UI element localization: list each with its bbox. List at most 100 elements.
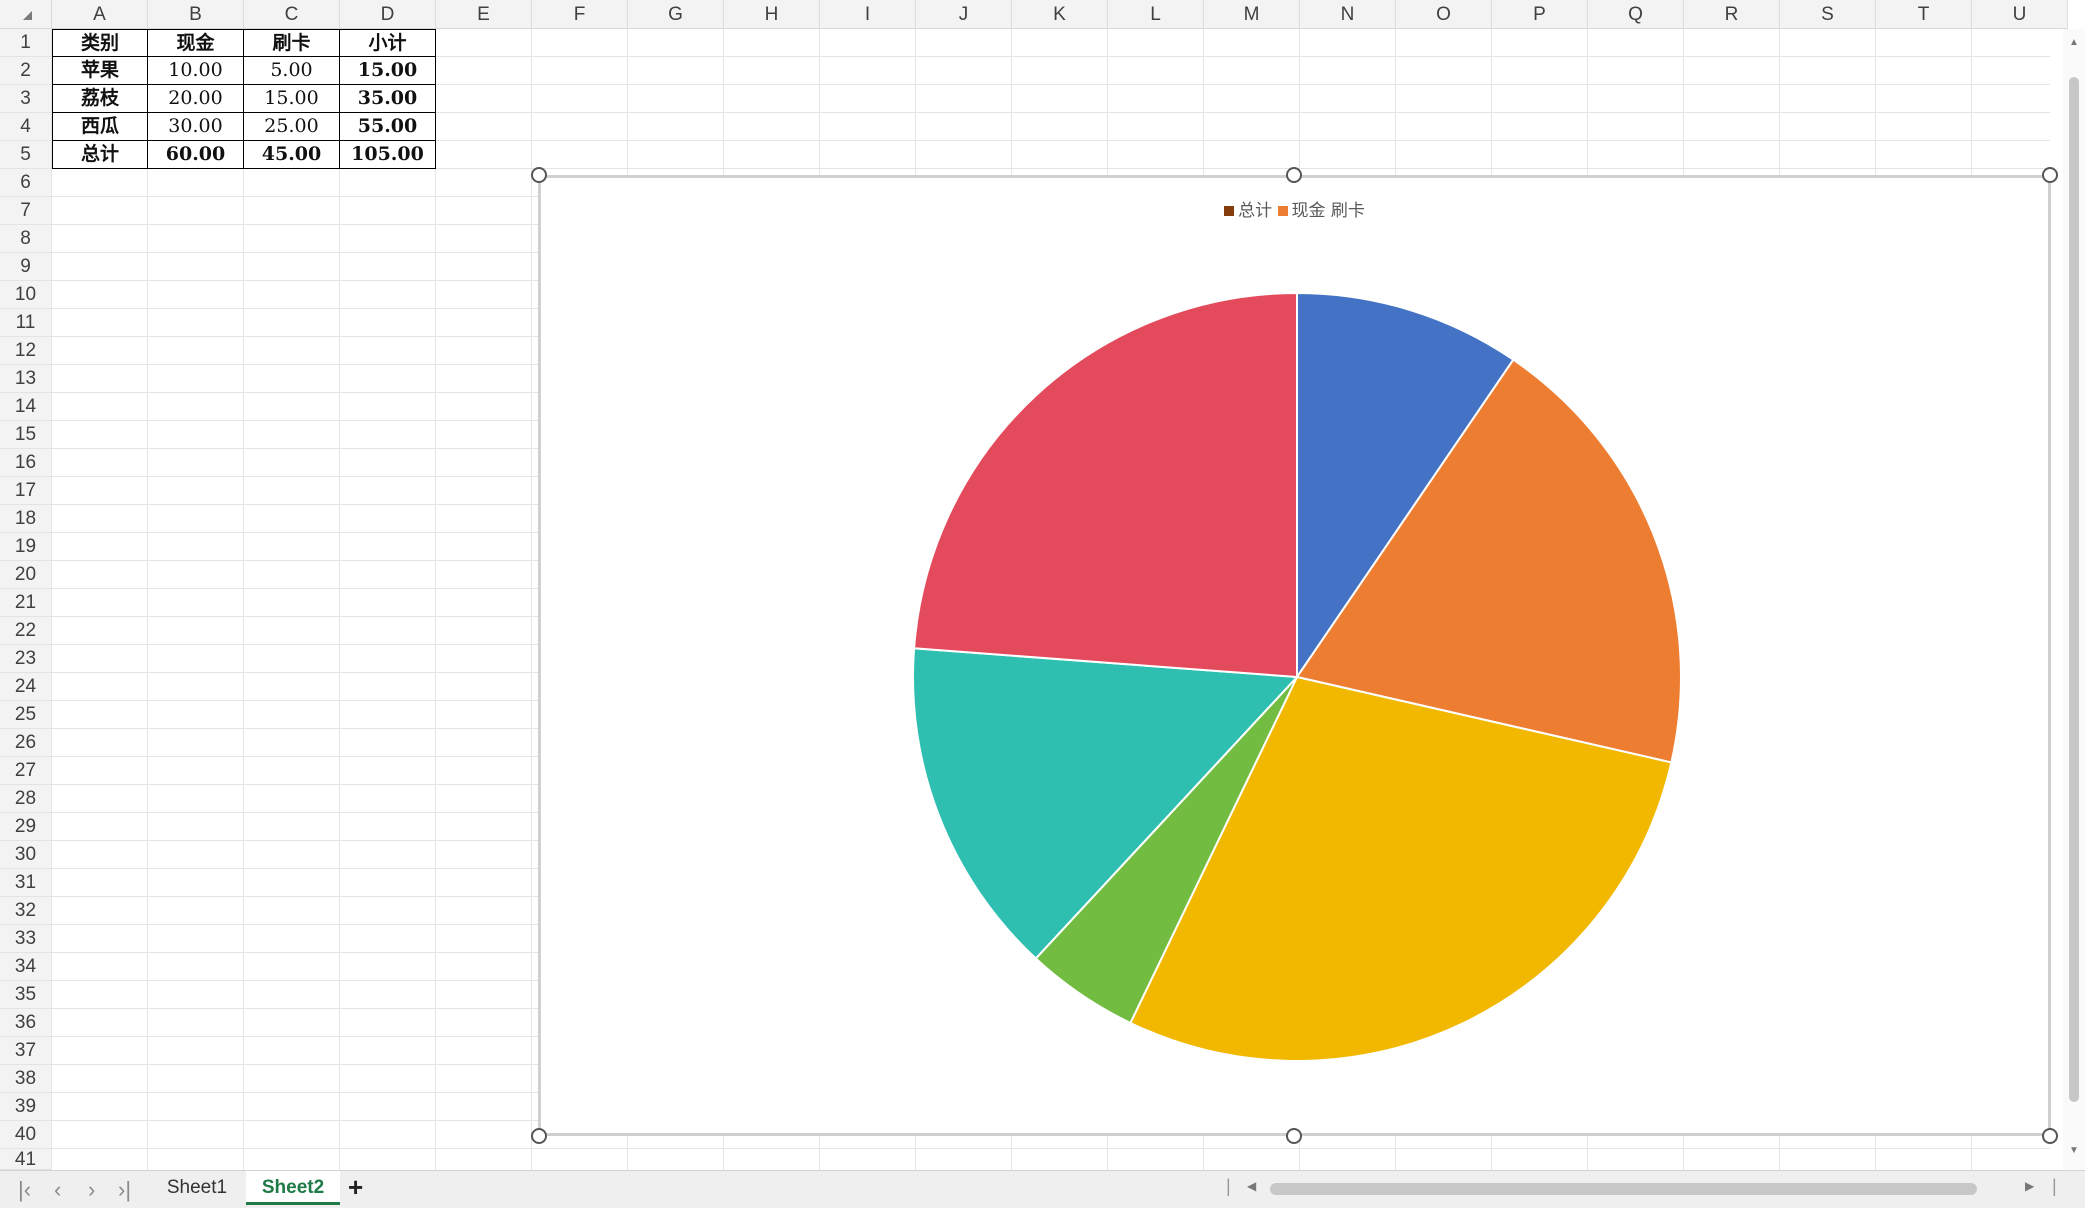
row-header[interactable]: 20 [0, 561, 52, 589]
column-header[interactable]: G [628, 0, 724, 29]
pie-chart[interactable]: 总计 现金 刷卡 [538, 175, 2051, 1136]
table-header-cell[interactable]: 刷卡 [244, 29, 340, 57]
column-header[interactable]: K [1012, 0, 1108, 29]
column-header[interactable]: A [52, 0, 148, 29]
resize-handle-n[interactable] [1286, 167, 1302, 183]
row-header[interactable]: 8 [0, 225, 52, 253]
column-header[interactable]: J [916, 0, 1012, 29]
scroll-left-icon[interactable]: ◀ [1247, 1179, 1256, 1193]
row-header[interactable]: 18 [0, 505, 52, 533]
row-header[interactable]: 27 [0, 757, 52, 785]
row-header[interactable]: 34 [0, 953, 52, 981]
row-header[interactable]: 30 [0, 841, 52, 869]
pie-slice[interactable] [912, 291, 1298, 679]
table-cell[interactable]: 35.00 [340, 85, 436, 113]
table-cell[interactable]: 5.00 [244, 57, 340, 85]
table-cell[interactable]: 45.00 [244, 141, 340, 169]
table-cell[interactable]: 105.00 [340, 141, 436, 169]
vertical-scrollbar[interactable]: ▲ ▼ [2063, 29, 2085, 1170]
row-header[interactable]: 29 [0, 813, 52, 841]
row-header[interactable]: 33 [0, 925, 52, 953]
resize-handle-sw[interactable] [531, 1128, 547, 1144]
row-header[interactable]: 14 [0, 393, 52, 421]
row-header[interactable]: 12 [0, 337, 52, 365]
table-cell[interactable]: 西瓜 [52, 113, 148, 141]
row-header[interactable]: 11 [0, 309, 52, 337]
row-header[interactable]: 17 [0, 477, 52, 505]
row-header[interactable]: 13 [0, 365, 52, 393]
row-header[interactable]: 9 [0, 253, 52, 281]
column-header[interactable]: N [1300, 0, 1396, 29]
column-header[interactable]: T [1876, 0, 1972, 29]
row-header[interactable]: 1 [0, 29, 52, 57]
table-cell[interactable]: 30.00 [148, 113, 244, 141]
select-all-corner[interactable] [0, 0, 52, 29]
row-header[interactable]: 6 [0, 169, 52, 197]
last-sheet-icon[interactable]: ›| [118, 1177, 131, 1203]
row-header[interactable]: 5 [0, 141, 52, 169]
next-sheet-icon[interactable]: › [88, 1177, 95, 1203]
row-header[interactable]: 19 [0, 533, 52, 561]
vertical-scroll-thumb[interactable] [2069, 77, 2079, 1102]
row-header[interactable]: 21 [0, 589, 52, 617]
row-header[interactable]: 39 [0, 1093, 52, 1121]
column-header[interactable]: S [1780, 0, 1876, 29]
scroll-down-icon[interactable]: ▼ [2069, 1145, 2079, 1156]
table-header-cell[interactable]: 小计 [340, 29, 436, 57]
table-header-cell[interactable]: 现金 [148, 29, 244, 57]
scroll-up-icon[interactable]: ▲ [2069, 37, 2079, 48]
row-header[interactable]: 36 [0, 1009, 52, 1037]
column-header[interactable]: M [1204, 0, 1300, 29]
table-cell[interactable]: 25.00 [244, 113, 340, 141]
row-header[interactable]: 25 [0, 701, 52, 729]
table-cell[interactable]: 20.00 [148, 85, 244, 113]
resize-handle-s[interactable] [1286, 1128, 1302, 1144]
column-header[interactable]: C [244, 0, 340, 29]
row-header[interactable]: 35 [0, 981, 52, 1009]
row-header[interactable]: 23 [0, 645, 52, 673]
table-cell[interactable]: 60.00 [148, 141, 244, 169]
row-header[interactable]: 7 [0, 197, 52, 225]
table-cell[interactable]: 15.00 [244, 85, 340, 113]
resize-handle-nw[interactable] [531, 167, 547, 183]
sheet-tab-sheet2[interactable]: Sheet2 [246, 1171, 340, 1205]
row-header[interactable]: 10 [0, 281, 52, 309]
resize-handle-se[interactable] [2042, 1128, 2058, 1144]
column-header[interactable]: B [148, 0, 244, 29]
row-header[interactable]: 2 [0, 57, 52, 85]
column-header[interactable]: R [1684, 0, 1780, 29]
table-cell[interactable]: 10.00 [148, 57, 244, 85]
column-header[interactable]: D [340, 0, 436, 29]
row-header[interactable]: 32 [0, 897, 52, 925]
row-header[interactable]: 16 [0, 449, 52, 477]
table-cell[interactable]: 总计 [52, 141, 148, 169]
prev-sheet-icon[interactable]: ‹ [54, 1177, 61, 1203]
row-header[interactable]: 40 [0, 1121, 52, 1149]
table-cell[interactable]: 荔枝 [52, 85, 148, 113]
row-header[interactable]: 24 [0, 673, 52, 701]
row-header[interactable]: 28 [0, 785, 52, 813]
column-header[interactable]: P [1492, 0, 1588, 29]
sheet-tab-sheet1[interactable]: Sheet1 [148, 1171, 246, 1205]
table-header-cell[interactable]: 类别 [52, 29, 148, 57]
row-header[interactable]: 41 [0, 1149, 52, 1170]
row-header[interactable]: 31 [0, 869, 52, 897]
horizontal-scroll-thumb[interactable] [1270, 1183, 1977, 1195]
row-header[interactable]: 4 [0, 113, 52, 141]
resize-handle-ne[interactable] [2042, 167, 2058, 183]
table-cell[interactable]: 15.00 [340, 57, 436, 85]
row-header[interactable]: 3 [0, 85, 52, 113]
row-header[interactable]: 22 [0, 617, 52, 645]
column-header[interactable]: E [436, 0, 532, 29]
first-sheet-icon[interactable]: |‹ [18, 1177, 31, 1203]
row-header[interactable]: 38 [0, 1065, 52, 1093]
column-header[interactable]: I [820, 0, 916, 29]
row-header[interactable]: 37 [0, 1037, 52, 1065]
column-header[interactable]: H [724, 0, 820, 29]
add-sheet-button[interactable]: + [348, 1172, 363, 1203]
column-header[interactable]: F [532, 0, 628, 29]
column-header[interactable]: L [1108, 0, 1204, 29]
column-header[interactable]: U [1972, 0, 2068, 29]
table-cell[interactable]: 苹果 [52, 57, 148, 85]
column-header[interactable]: O [1396, 0, 1492, 29]
